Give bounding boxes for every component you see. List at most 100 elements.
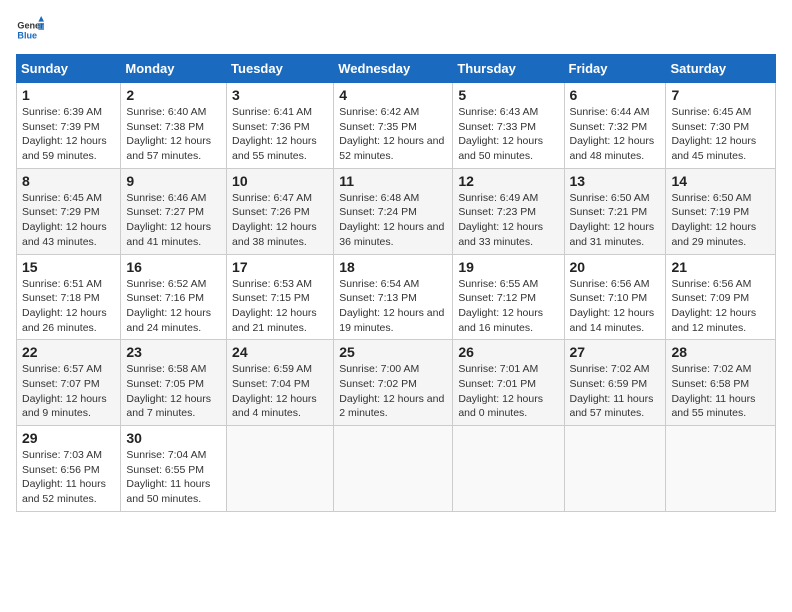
logo: General Blue <box>16 16 44 44</box>
day-number: 18 <box>339 259 447 275</box>
day-info: Sunrise: 6:52 AMSunset: 7:16 PMDaylight:… <box>126 277 221 336</box>
day-number: 14 <box>671 173 770 189</box>
day-info: Sunrise: 6:54 AMSunset: 7:13 PMDaylight:… <box>339 277 447 336</box>
calendar-cell: 2 Sunrise: 6:40 AMSunset: 7:38 PMDaylight… <box>121 83 227 169</box>
day-number: 13 <box>570 173 661 189</box>
day-number: 10 <box>232 173 328 189</box>
calendar-cell: 18 Sunrise: 6:54 AMSunset: 7:13 PMDayligh… <box>334 254 453 340</box>
calendar-cell <box>666 426 776 512</box>
day-number: 28 <box>671 344 770 360</box>
calendar-cell: 20Sunrise: 6:56 AMSunset: 7:10 PMDayligh… <box>564 254 666 340</box>
day-number: 7 <box>671 87 770 103</box>
day-number: 26 <box>458 344 558 360</box>
calendar-cell <box>564 426 666 512</box>
day-info: Sunrise: 6:50 AMSunset: 7:21 PMDaylight:… <box>570 191 661 250</box>
calendar-cell: 12 Sunrise: 6:49 AMSunset: 7:23 PMDayligh… <box>453 168 564 254</box>
calendar-cell: 8 Sunrise: 6:45 AMSunset: 7:29 PMDaylight… <box>17 168 121 254</box>
day-info: Sunrise: 6:56 AMSunset: 7:09 PMDaylight:… <box>671 277 770 336</box>
day-info: Sunrise: 7:04 AMSunset: 6:55 PMDaylight:… <box>126 448 221 507</box>
calendar-cell: 21 Sunrise: 6:56 AMSunset: 7:09 PMDayligh… <box>666 254 776 340</box>
day-number: 21 <box>671 259 770 275</box>
day-info: Sunrise: 6:44 AMSunset: 7:32 PMDaylight:… <box>570 105 661 164</box>
calendar-cell: 14 Sunrise: 6:50 AMSunset: 7:19 PMDayligh… <box>666 168 776 254</box>
day-info: Sunrise: 6:59 AMSunset: 7:04 PMDaylight:… <box>232 362 328 421</box>
calendar-cell: 29Sunrise: 7:03 AMSunset: 6:56 PMDayligh… <box>17 426 121 512</box>
day-number: 23 <box>126 344 221 360</box>
page-header: General Blue <box>16 16 776 44</box>
calendar-cell: 28Sunrise: 7:02 AMSunset: 6:58 PMDayligh… <box>666 340 776 426</box>
day-info: Sunrise: 6:47 AMSunset: 7:26 PMDaylight:… <box>232 191 328 250</box>
calendar-cell: 17Sunrise: 6:53 AMSunset: 7:15 PMDayligh… <box>227 254 334 340</box>
day-number: 11 <box>339 173 447 189</box>
header-thursday: Thursday <box>453 55 564 83</box>
calendar-week-row: 1 Sunrise: 6:39 AMSunset: 7:39 PMDaylight… <box>17 83 776 169</box>
calendar-cell: 10 Sunrise: 6:47 AMSunset: 7:26 PMDayligh… <box>227 168 334 254</box>
logo-icon: General Blue <box>16 16 44 44</box>
day-number: 2 <box>126 87 221 103</box>
calendar-cell: 25 Sunrise: 7:00 AMSunset: 7:02 PMDayligh… <box>334 340 453 426</box>
day-number: 17 <box>232 259 328 275</box>
day-info: Sunrise: 6:45 AMSunset: 7:30 PMDaylight:… <box>671 105 770 164</box>
calendar-cell <box>227 426 334 512</box>
header-wednesday: Wednesday <box>334 55 453 83</box>
calendar-cell: 6 Sunrise: 6:44 AMSunset: 7:32 PMDaylight… <box>564 83 666 169</box>
calendar-cell: 22 Sunrise: 6:57 AMSunset: 7:07 PMDayligh… <box>17 340 121 426</box>
calendar-header-row: SundayMondayTuesdayWednesdayThursdayFrid… <box>17 55 776 83</box>
calendar-cell: 16 Sunrise: 6:52 AMSunset: 7:16 PMDayligh… <box>121 254 227 340</box>
header-saturday: Saturday <box>666 55 776 83</box>
calendar-cell: 24 Sunrise: 6:59 AMSunset: 7:04 PMDayligh… <box>227 340 334 426</box>
day-info: Sunrise: 7:00 AMSunset: 7:02 PMDaylight:… <box>339 362 447 421</box>
calendar-cell: 4Sunrise: 6:42 AMSunset: 7:35 PMDaylight… <box>334 83 453 169</box>
calendar-cell: 27 Sunrise: 7:02 AMSunset: 6:59 PMDayligh… <box>564 340 666 426</box>
calendar-cell: 26 Sunrise: 7:01 AMSunset: 7:01 PMDayligh… <box>453 340 564 426</box>
day-info: Sunrise: 6:57 AMSunset: 7:07 PMDaylight:… <box>22 362 115 421</box>
day-number: 12 <box>458 173 558 189</box>
header-tuesday: Tuesday <box>227 55 334 83</box>
day-info: Sunrise: 6:43 AMSunset: 7:33 PMDaylight:… <box>458 105 558 164</box>
day-number: 24 <box>232 344 328 360</box>
day-number: 3 <box>232 87 328 103</box>
day-info: Sunrise: 6:55 AMSunset: 7:12 PMDaylight:… <box>458 277 558 336</box>
day-info: Sunrise: 6:39 AMSunset: 7:39 PMDaylight:… <box>22 105 115 164</box>
day-info: Sunrise: 6:41 AMSunset: 7:36 PMDaylight:… <box>232 105 328 164</box>
calendar-cell: 5 Sunrise: 6:43 AMSunset: 7:33 PMDaylight… <box>453 83 564 169</box>
day-info: Sunrise: 6:49 AMSunset: 7:23 PMDaylight:… <box>458 191 558 250</box>
calendar-cell: 1 Sunrise: 6:39 AMSunset: 7:39 PMDaylight… <box>17 83 121 169</box>
day-info: Sunrise: 7:03 AMSunset: 6:56 PMDaylight:… <box>22 448 115 507</box>
calendar-cell: 30 Sunrise: 7:04 AMSunset: 6:55 PMDayligh… <box>121 426 227 512</box>
calendar-cell: 11 Sunrise: 6:48 AMSunset: 7:24 PMDayligh… <box>334 168 453 254</box>
day-info: Sunrise: 6:45 AMSunset: 7:29 PMDaylight:… <box>22 191 115 250</box>
day-number: 16 <box>126 259 221 275</box>
day-info: Sunrise: 6:48 AMSunset: 7:24 PMDaylight:… <box>339 191 447 250</box>
day-number: 5 <box>458 87 558 103</box>
calendar-cell: 3 Sunrise: 6:41 AMSunset: 7:36 PMDaylight… <box>227 83 334 169</box>
day-number: 27 <box>570 344 661 360</box>
header-monday: Monday <box>121 55 227 83</box>
day-info: Sunrise: 6:40 AMSunset: 7:38 PMDaylight:… <box>126 105 221 164</box>
day-info: Sunrise: 6:42 AMSunset: 7:35 PMDaylight:… <box>339 105 447 164</box>
header-friday: Friday <box>564 55 666 83</box>
calendar-cell <box>334 426 453 512</box>
day-info: Sunrise: 6:56 AMSunset: 7:10 PMDaylight:… <box>570 277 661 336</box>
day-info: Sunrise: 6:58 AMSunset: 7:05 PMDaylight:… <box>126 362 221 421</box>
svg-text:Blue: Blue <box>17 30 37 40</box>
day-number: 15 <box>22 259 115 275</box>
calendar-cell: 19Sunrise: 6:55 AMSunset: 7:12 PMDayligh… <box>453 254 564 340</box>
calendar-cell: 7 Sunrise: 6:45 AMSunset: 7:30 PMDaylight… <box>666 83 776 169</box>
calendar-cell <box>453 426 564 512</box>
day-info: Sunrise: 7:01 AMSunset: 7:01 PMDaylight:… <box>458 362 558 421</box>
day-number: 8 <box>22 173 115 189</box>
day-number: 1 <box>22 87 115 103</box>
calendar-week-row: 15Sunrise: 6:51 AMSunset: 7:18 PMDayligh… <box>17 254 776 340</box>
header-sunday: Sunday <box>17 55 121 83</box>
day-info: Sunrise: 6:46 AMSunset: 7:27 PMDaylight:… <box>126 191 221 250</box>
calendar-cell: 13 Sunrise: 6:50 AMSunset: 7:21 PMDayligh… <box>564 168 666 254</box>
calendar-cell: 15Sunrise: 6:51 AMSunset: 7:18 PMDayligh… <box>17 254 121 340</box>
day-info: Sunrise: 6:50 AMSunset: 7:19 PMDaylight:… <box>671 191 770 250</box>
day-info: Sunrise: 7:02 AMSunset: 6:59 PMDaylight:… <box>570 362 661 421</box>
day-number: 9 <box>126 173 221 189</box>
day-number: 25 <box>339 344 447 360</box>
day-number: 6 <box>570 87 661 103</box>
day-number: 22 <box>22 344 115 360</box>
day-number: 30 <box>126 430 221 446</box>
